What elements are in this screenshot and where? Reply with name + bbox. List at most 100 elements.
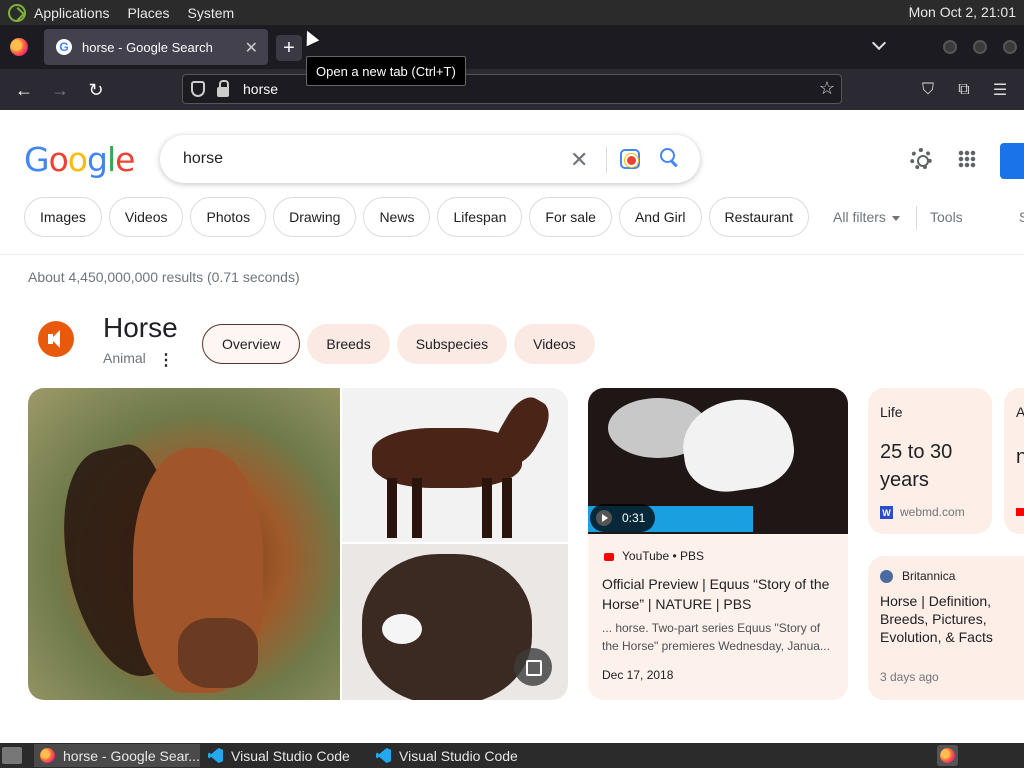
- youtube-icon: [1016, 508, 1024, 516]
- bookmark-star-icon[interactable]: ☆: [819, 78, 835, 99]
- chip-for-sale[interactable]: For sale: [529, 197, 612, 237]
- horse-image-standing[interactable]: [342, 388, 568, 542]
- chip-lifespan[interactable]: Lifespan: [437, 197, 523, 237]
- tab-title: horse - Google Search: [82, 39, 213, 55]
- back-arrow-icon[interactable]: ←: [12, 78, 36, 102]
- kp-tab-breeds[interactable]: Breeds: [307, 324, 390, 364]
- new-tab-button[interactable]: +: [276, 35, 302, 61]
- google-logo[interactable]: Google: [24, 140, 135, 179]
- google-apps-grid-icon[interactable]: [958, 150, 976, 168]
- webmd-icon: W: [880, 506, 893, 519]
- show-desktop-icon[interactable]: [2, 747, 22, 764]
- horse-image-main[interactable]: [28, 388, 340, 700]
- video-source: YouTube • PBS: [622, 549, 705, 563]
- chip-videos[interactable]: Videos: [108, 197, 184, 237]
- video-date: Dec 17, 2018: [602, 668, 674, 682]
- taskbar-item-firefox[interactable]: horse - Google Sear...: [34, 744, 200, 767]
- life-label: Life: [880, 404, 903, 420]
- chip-and-girl[interactable]: And Girl: [618, 197, 702, 237]
- video-duration-badge: 0:31: [590, 504, 656, 532]
- tab-close-icon[interactable]: ✕: [245, 38, 258, 58]
- new-tab-tooltip: Open a new tab (Ctrl+T): [306, 56, 466, 86]
- partial-card-label: A: [1016, 404, 1024, 420]
- os-menu-applications[interactable]: Applications: [34, 5, 110, 21]
- filter-chips: Images Videos Photos Drawing News Lifesp…: [24, 197, 816, 237]
- kp-tab-videos[interactable]: Videos: [514, 324, 595, 364]
- firefox-icon: [40, 748, 55, 763]
- url-text[interactable]: horse: [243, 81, 278, 97]
- chip-news[interactable]: News: [363, 197, 431, 237]
- google-lens-icon[interactable]: [620, 149, 640, 169]
- youtube-icon: [604, 553, 614, 561]
- safesearch-button[interactable]: S: [1019, 209, 1024, 225]
- result-stats: About 4,450,000,000 results (0.71 second…: [28, 269, 300, 285]
- chip-images[interactable]: Images: [24, 197, 102, 237]
- os-taskbar: horse - Google Sear... Visual Studio Cod…: [0, 743, 1024, 768]
- clock[interactable]: Mon Oct 2, 21:01: [909, 4, 1016, 20]
- kp-tab-subspecies[interactable]: Subspecies: [396, 324, 508, 364]
- hamburger-menu-icon[interactable]: ☰: [988, 78, 1012, 102]
- pocket-icon[interactable]: ⛉: [916, 78, 940, 102]
- vscode-icon: [376, 748, 391, 763]
- britannica-source: Britannica: [902, 569, 956, 583]
- life-source: webmd.com: [900, 505, 965, 519]
- video-card[interactable]: 0:31 YouTube • PBS Official Preview | Eq…: [588, 388, 848, 700]
- url-bar[interactable]: horse ☆: [182, 74, 842, 104]
- tray-firefox-icon[interactable]: [937, 745, 958, 766]
- taskbar-item-label: Visual Studio Code: [399, 747, 518, 764]
- clear-search-icon[interactable]: ✕: [570, 147, 588, 173]
- browser-tabstrip: G horse - Google Search ✕ +: [0, 25, 1024, 69]
- extensions-puzzle-icon[interactable]: ⧉: [952, 78, 976, 102]
- life-value: 25 to 30 years: [880, 441, 953, 491]
- image-mosaic: [28, 388, 568, 700]
- os-menu-places[interactable]: Places: [128, 5, 170, 21]
- window-minimize-button[interactable]: [943, 40, 957, 54]
- britannica-icon: [880, 570, 893, 583]
- partial-card-value: n: [1016, 446, 1024, 468]
- search-input[interactable]: [181, 149, 561, 169]
- knowledge-subtitle: Animal: [103, 350, 146, 366]
- filters-divider: [916, 206, 917, 230]
- google-results-page: Google ✕ Images Videos Photos Drawing Ne…: [0, 110, 1024, 743]
- forward-arrow-icon[interactable]: →: [48, 78, 72, 102]
- tools-button[interactable]: Tools: [930, 209, 963, 225]
- reload-icon[interactable]: ↻: [84, 78, 108, 102]
- lock-icon[interactable]: [217, 79, 229, 97]
- all-filters-button[interactable]: All filters: [833, 209, 900, 225]
- header-divider: [0, 254, 1024, 255]
- taskbar-item-label: horse - Google Sear...: [63, 747, 200, 764]
- britannica-title[interactable]: Horse | Definition, Breeds, Pictures, Ev…: [880, 592, 1020, 646]
- chip-photos[interactable]: Photos: [190, 197, 267, 237]
- life-fact-card[interactable]: Life 25 to 30 years W webmd.com: [868, 388, 992, 534]
- horse-image-pony[interactable]: [342, 544, 568, 700]
- settings-gear-icon[interactable]: [910, 148, 932, 170]
- window-close-button[interactable]: [1003, 40, 1017, 54]
- os-menu-system[interactable]: System: [188, 5, 235, 21]
- taskbar-item-vscode-2[interactable]: Visual Studio Code: [370, 744, 536, 767]
- chip-drawing[interactable]: Drawing: [273, 197, 357, 237]
- taskbar-item-label: Visual Studio Code: [231, 747, 350, 764]
- os-logo-icon[interactable]: [8, 3, 26, 22]
- tracking-shield-icon[interactable]: [191, 81, 205, 97]
- sign-in-button[interactable]: [1000, 143, 1024, 179]
- window-maximize-button[interactable]: [973, 40, 987, 54]
- taskbar-item-vscode-1[interactable]: Visual Studio Code: [202, 744, 368, 767]
- browser-navbar: ← → ↻ horse ☆ ⛉ ⧉ ☰: [0, 69, 1024, 110]
- video-title[interactable]: Official Preview | Equus “Story of the H…: [602, 574, 838, 614]
- kp-tab-overview[interactable]: Overview: [202, 324, 301, 364]
- image-gallery-icon[interactable]: [514, 648, 552, 686]
- os-top-panel: Applications Places System Mon Oct 2, 21…: [0, 0, 1024, 25]
- tab-google-search[interactable]: G horse - Google Search ✕: [44, 29, 268, 65]
- video-thumbnail[interactable]: 0:31: [588, 388, 848, 534]
- search-box: ✕: [160, 135, 700, 183]
- google-favicon-icon: G: [56, 39, 72, 55]
- more-options-kebab-icon[interactable]: ⋮: [158, 350, 174, 370]
- list-all-tabs-chevron-icon[interactable]: [870, 37, 888, 55]
- knowledge-tabs: Overview Breeds Subspecies Videos: [202, 324, 602, 364]
- britannica-card[interactable]: Britannica Horse | Definition, Breeds, P…: [868, 556, 1024, 700]
- pronunciation-speaker-icon[interactable]: [38, 321, 74, 357]
- search-icon[interactable]: [660, 148, 678, 166]
- firefox-view-icon[interactable]: [10, 38, 28, 56]
- chip-restaurant[interactable]: Restaurant: [708, 197, 810, 237]
- partial-fact-card[interactable]: A n: [1004, 388, 1024, 534]
